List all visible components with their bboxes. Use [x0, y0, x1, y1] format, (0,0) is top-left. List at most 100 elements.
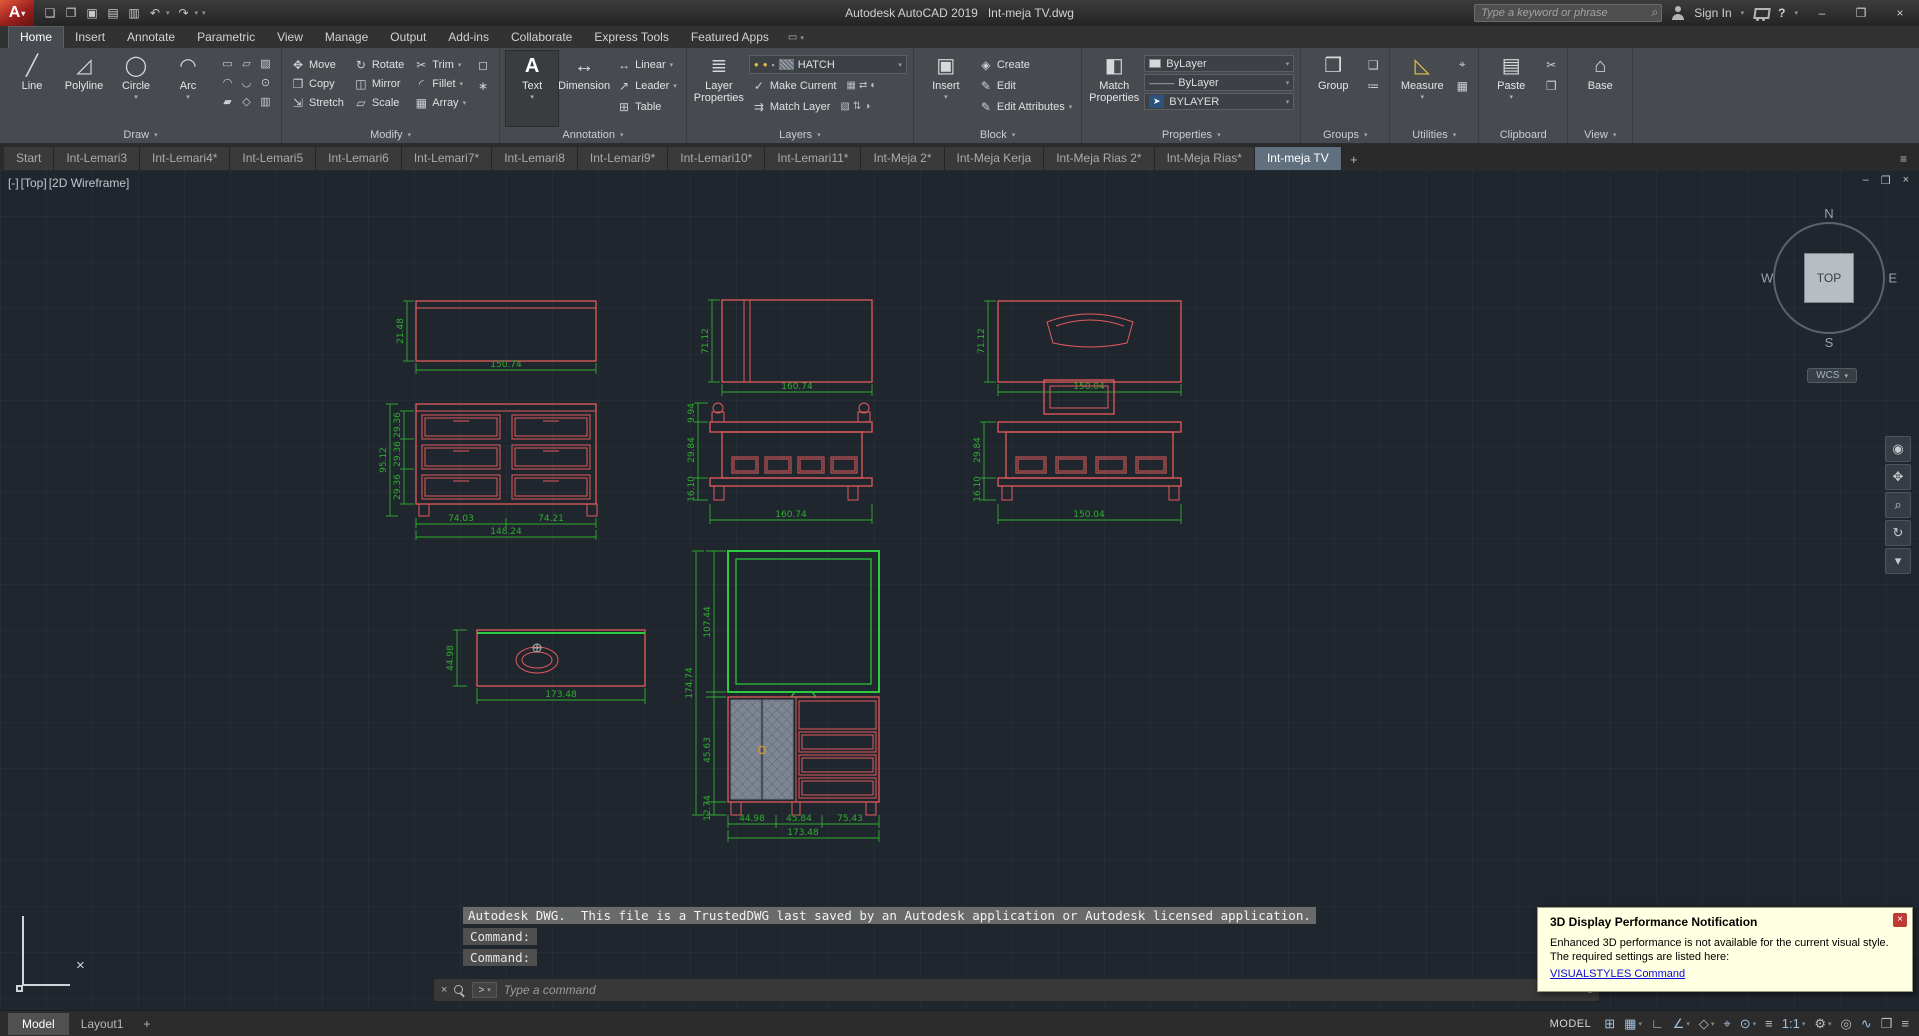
object-color-dropdown[interactable]: ByLayer ▾	[1144, 55, 1295, 72]
navigation-wheel-icon[interactable]: ◉	[1885, 436, 1911, 462]
polar-tracking-toggle[interactable]: ∠ ▾	[1673, 1016, 1690, 1032]
customization-menu[interactable]: ≡	[1901, 1016, 1909, 1031]
layer-thaw-icon[interactable]: ●	[763, 60, 768, 69]
dimension-label[interactable]: 160.74	[781, 382, 813, 392]
paste-button[interactable]: ▤ Paste ▾	[1485, 51, 1537, 126]
isodraft-toggle[interactable]: ◇ ▾	[1699, 1016, 1715, 1032]
graphics-performance[interactable]: ∿	[1861, 1016, 1872, 1032]
dimension-label[interactable]: 9.94	[687, 403, 697, 423]
make-current-button[interactable]: ✓ Make Current ▦ ⇄ ◐	[749, 76, 907, 95]
hatch-icon[interactable]: ▨	[256, 55, 275, 74]
tab-view[interactable]: View	[266, 27, 314, 48]
help-dropdown-icon[interactable]: ▾	[1794, 9, 1798, 17]
viewport-visualstyle-control[interactable]: [2D Wireframe]	[49, 176, 130, 190]
dimension-label[interactable]: 44.98	[739, 814, 765, 824]
dimension-label[interactable]: 160.74	[775, 510, 807, 520]
dimension-label[interactable]: 150.04	[1073, 382, 1105, 392]
tab-output[interactable]: Output	[379, 27, 437, 48]
tab-annotate[interactable]: Annotate	[116, 27, 186, 48]
dimension-label[interactable]: 173.48	[545, 690, 577, 700]
furniture-dresser-elevation[interactable]: 74.03 74.21 148.24 29.36 29.36 29.36 95.…	[379, 403, 598, 540]
doc-restore-icon[interactable]: ❐	[1881, 174, 1891, 187]
compass-east[interactable]: E	[1888, 271, 1897, 286]
rotate-button[interactable]: ↻ Rotate	[351, 55, 407, 74]
file-tab[interactable]: Int-Lemari5	[230, 147, 317, 170]
draw-panel-label[interactable]: Draw ▾	[2, 126, 279, 143]
copy-clip-button[interactable]: ❐	[1541, 76, 1561, 95]
spline-icon[interactable]: ◡	[237, 74, 256, 93]
qat-customize-icon[interactable]: ▾	[202, 9, 206, 17]
polyline-button[interactable]: ◿ Polyline	[58, 51, 110, 126]
erase-button[interactable]: ◻	[473, 55, 493, 74]
file-tab[interactable]: Int-Lemari11*	[765, 147, 862, 170]
search-icon[interactable]: ⌕	[1652, 5, 1659, 20]
navbar-menu-icon[interactable]: ▾	[1885, 548, 1911, 574]
region-icon[interactable]: ▰	[218, 93, 237, 112]
group-edit-button[interactable]: ≔	[1363, 76, 1383, 95]
file-tab[interactable]: Int-Lemari10*	[668, 147, 766, 170]
utilities-panel-label[interactable]: Utilities ▾	[1392, 126, 1476, 143]
dimension-label[interactable]: 29.36	[393, 441, 403, 467]
minimize-button[interactable]: –	[1807, 6, 1837, 20]
compass-west[interactable]: W	[1761, 271, 1773, 286]
file-tab-active[interactable]: Int-meja TV	[1254, 147, 1342, 170]
layer-on-icon[interactable]: ●	[754, 60, 759, 69]
dimension-label[interactable]: 21.48	[396, 318, 406, 344]
new-layout-button[interactable]: +	[135, 1013, 158, 1035]
clipboard-panel-label[interactable]: Clipboard	[1481, 126, 1565, 143]
undo-icon[interactable]: ↶	[145, 6, 165, 20]
workspace-switching[interactable]: ⚙ ▾	[1814, 1016, 1831, 1032]
gradient-icon[interactable]: ▥	[256, 93, 275, 112]
dimension-label[interactable]: 29.84	[687, 437, 697, 463]
tab-featured-apps[interactable]: Featured Apps	[680, 27, 780, 48]
arc-tool-icon[interactable]: ◠	[218, 74, 237, 93]
command-input[interactable]	[503, 983, 1581, 997]
insert-button[interactable]: ▣ Insert ▾	[920, 51, 972, 126]
model-space-indicator[interactable]: MODEL	[1550, 1018, 1592, 1030]
compass-north[interactable]: N	[1824, 206, 1833, 221]
furniture-top-view-1[interactable]: 150.74 21.48	[396, 300, 597, 374]
modify-panel-label[interactable]: Modify ▾	[284, 126, 497, 143]
linetype-dropdown[interactable]: ➤ BYLAYER ▾	[1144, 93, 1295, 110]
search-input[interactable]	[1474, 4, 1663, 22]
line-button[interactable]: ╱ Line	[6, 51, 58, 126]
viewport-view-control[interactable]: [Top]	[21, 176, 47, 190]
ellipse-icon[interactable]: ▱	[237, 55, 256, 74]
tab-addins[interactable]: Add-ins	[437, 27, 500, 48]
rectangle-icon[interactable]: ▭	[218, 55, 237, 74]
furniture-top-view-2[interactable]: 160.74 71.12	[701, 299, 873, 396]
command-close-icon[interactable]: ×	[441, 984, 447, 996]
app-store-icon[interactable]	[1753, 7, 1769, 21]
ribbon-display-icon[interactable]: ▭	[788, 32, 797, 43]
dimension-label[interactable]: 29.84	[973, 437, 983, 463]
file-tab[interactable]: Int-Lemari8	[492, 147, 578, 170]
file-tab-start[interactable]: Start	[4, 147, 55, 170]
furniture-console-elevation[interactable]: 9.94 29.84 16.10 160.74	[687, 402, 873, 524]
ungroup-button[interactable]: ❑	[1363, 55, 1383, 74]
layer-tool-icon[interactable]: ◐	[870, 80, 876, 91]
close-button[interactable]: ×	[1885, 6, 1915, 20]
cut-button[interactable]: ✂	[1541, 55, 1561, 74]
dimension-label[interactable]: 44.98	[446, 645, 456, 671]
dimension-label[interactable]: 45.63	[703, 737, 713, 763]
sign-in-button[interactable]: Sign In	[1694, 6, 1731, 20]
model-space[interactable]: 150.74 21.48 160.74 71.12 150.04 71.12 7…	[0, 170, 1919, 1010]
point-icon[interactable]: ⊙	[256, 74, 275, 93]
dimension-label[interactable]: 148.24	[490, 527, 522, 537]
doc-close-icon[interactable]: ×	[1903, 174, 1909, 187]
layer-lock-icon[interactable]: ▪	[772, 60, 775, 70]
leader-button[interactable]: ↗ Leader ▾	[614, 76, 680, 95]
linear-button[interactable]: ↔ Linear ▾	[614, 55, 680, 74]
layer-color-swatch[interactable]	[778, 59, 794, 70]
dimension-label[interactable]: 95.12	[379, 447, 389, 473]
measure-button[interactable]: ◺ Measure ▾	[1396, 51, 1448, 126]
viewcube[interactable]: N S W E TOP	[1759, 206, 1899, 350]
dimension-label[interactable]: 75.43	[837, 814, 863, 824]
restore-button[interactable]: ❐	[1846, 6, 1876, 20]
tab-parametric[interactable]: Parametric	[186, 27, 266, 48]
mirror-button[interactable]: ◫ Mirror	[351, 74, 407, 93]
new-drawing-tab-button[interactable]: +	[1342, 149, 1366, 170]
quick-calc-button[interactable]: ▦	[1452, 76, 1472, 95]
tab-express-tools[interactable]: Express Tools	[583, 27, 679, 48]
file-tab[interactable]: Int-Meja Rias*	[1154, 147, 1255, 170]
